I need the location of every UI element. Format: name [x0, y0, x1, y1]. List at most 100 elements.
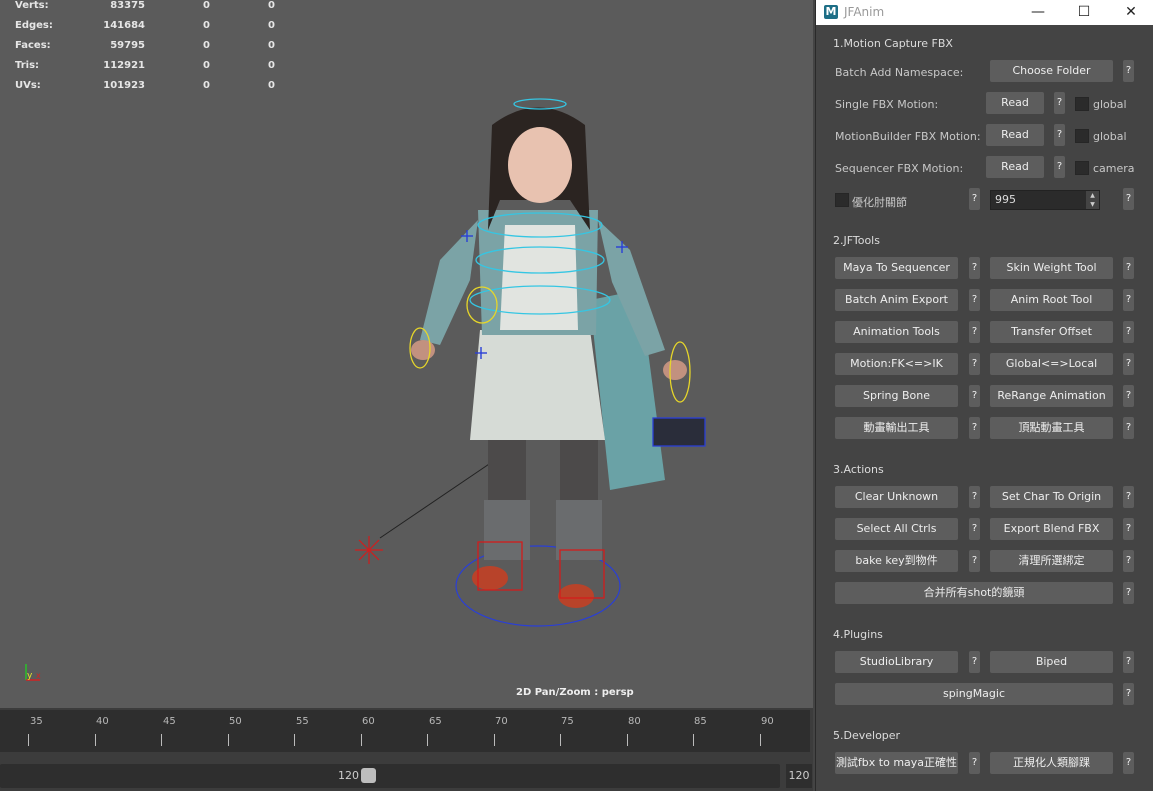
camera-checkbox[interactable]: [1075, 161, 1089, 175]
range-slider-handle[interactable]: [361, 768, 376, 783]
jftools-button[interactable]: 動畫輸出工具: [835, 417, 958, 439]
range-slider[interactable]: 120: [0, 764, 780, 788]
timeline-major-tick: [294, 734, 295, 746]
tick-label: 50: [229, 716, 242, 727]
help-button[interactable]: ?: [969, 550, 980, 572]
jftools-button[interactable]: 頂點動畫工具: [990, 417, 1113, 439]
timeline-major-tick: [759, 734, 761, 746]
studio-library-button[interactable]: StudioLibrary: [835, 651, 958, 673]
help-button[interactable]: ?: [1123, 683, 1134, 705]
tick-label: 35: [30, 716, 43, 727]
merge-shots-button[interactable]: 合并所有shot的鏡頭: [835, 582, 1113, 604]
help-button[interactable]: ?: [969, 353, 980, 375]
help-button[interactable]: ?: [969, 289, 980, 311]
camera-label: camera: [1093, 162, 1135, 175]
help-button[interactable]: ?: [969, 257, 980, 279]
end-frame-field[interactable]: 120: [786, 764, 812, 788]
help-button[interactable]: ?: [1054, 92, 1065, 114]
action-button[interactable]: Set Char To Origin: [990, 486, 1113, 508]
elbow-value-spinbox[interactable]: 995 ▲ ▼: [990, 190, 1100, 210]
help-button[interactable]: ?: [1123, 60, 1134, 82]
single-fbx-read-button[interactable]: Read: [986, 92, 1044, 114]
action-button[interactable]: Select All Ctrls: [835, 518, 958, 540]
help-button[interactable]: ?: [969, 486, 980, 508]
single-global-checkbox[interactable]: [1075, 97, 1089, 111]
tick-label: 70: [495, 716, 508, 727]
optimize-elbow-checkbox[interactable]: [835, 193, 849, 207]
maya-viewport[interactable]: Verts: 83375 0 0 Edges: 141684 0 0 Faces: 59795…: [0, 0, 813, 708]
tick-label: 80: [628, 716, 641, 727]
jftools-button[interactable]: Animation Tools: [835, 321, 958, 343]
help-button[interactable]: ?: [1123, 752, 1134, 774]
help-button[interactable]: ?: [1123, 417, 1134, 439]
help-button[interactable]: ?: [1123, 257, 1134, 279]
help-button[interactable]: ?: [1123, 289, 1134, 311]
timeline-major-tick: [560, 734, 561, 746]
jftools-button[interactable]: Anim Root Tool: [990, 289, 1113, 311]
jftools-button[interactable]: Global<=>Local: [990, 353, 1113, 375]
tick-label: 85: [694, 716, 707, 727]
help-button[interactable]: ?: [969, 385, 980, 407]
help-button[interactable]: ?: [969, 321, 980, 343]
action-button[interactable]: Export Blend FBX: [990, 518, 1113, 540]
choose-folder-button[interactable]: Choose Folder: [990, 60, 1113, 82]
help-button[interactable]: ?: [1123, 582, 1134, 604]
jfanim-window: M JFAnim — ☐ ✕ 1.Motion Capture FBX Batc…: [815, 0, 1153, 791]
timeline-major-tick: [693, 734, 694, 746]
maya-app-icon: M: [824, 5, 838, 19]
mb-global-checkbox[interactable]: [1075, 129, 1089, 143]
normalize-ankle-button[interactable]: 正規化人類腳踝: [990, 752, 1113, 774]
spinbox-value: 995: [995, 193, 1016, 206]
help-button[interactable]: ?: [969, 518, 980, 540]
section-developer: 5.Developer: [833, 729, 901, 742]
seq-fbx-read-button[interactable]: Read: [986, 156, 1044, 178]
help-button[interactable]: ?: [1123, 321, 1134, 343]
help-button[interactable]: ?: [969, 651, 980, 673]
help-button[interactable]: ?: [969, 417, 980, 439]
axis-gizmo-icon: y x: [25, 664, 41, 681]
timeline-major-tick: [626, 734, 628, 746]
motionbuilder-fbx-label: MotionBuilder FBX Motion:: [835, 130, 981, 143]
jftools-button[interactable]: Transfer Offset: [990, 321, 1113, 343]
jftools-button[interactable]: Motion:FK<=>IK: [835, 353, 958, 375]
action-button[interactable]: bake key到物件: [835, 550, 958, 572]
help-button[interactable]: ?: [1123, 518, 1134, 540]
jftools-button[interactable]: Batch Anim Export: [835, 289, 958, 311]
time-slider[interactable]: 35 40 45 50 55 60 65 70 75 80 85 90 120 …: [0, 708, 813, 791]
spin-down-icon[interactable]: ▼: [1086, 200, 1099, 209]
spinbox-arrows[interactable]: ▲ ▼: [1086, 191, 1099, 209]
help-button[interactable]: ?: [1123, 188, 1134, 210]
help-button[interactable]: ?: [1123, 550, 1134, 572]
tick-label: 60: [362, 716, 375, 727]
mb-fbx-read-button[interactable]: Read: [986, 124, 1044, 146]
sping-magic-button[interactable]: spingMagic: [835, 683, 1113, 705]
spin-up-icon[interactable]: ▲: [1086, 191, 1099, 200]
action-button[interactable]: 清理所選綁定: [990, 550, 1113, 572]
help-button[interactable]: ?: [1123, 385, 1134, 407]
window-titlebar[interactable]: M JFAnim — ☐ ✕: [816, 0, 1153, 25]
tick-label: 75: [561, 716, 574, 727]
biped-button[interactable]: Biped: [990, 651, 1113, 673]
tick-label: 40: [96, 716, 109, 727]
help-button[interactable]: ?: [1123, 486, 1134, 508]
help-button[interactable]: ?: [969, 188, 980, 210]
help-button[interactable]: ?: [1054, 124, 1065, 146]
timeline-major-tick: [28, 734, 29, 746]
global-label: global: [1093, 130, 1127, 143]
jftools-button[interactable]: Maya To Sequencer: [835, 257, 958, 279]
minimize-button[interactable]: —: [1015, 0, 1061, 25]
jftools-button[interactable]: ReRange Animation: [990, 385, 1113, 407]
maximize-button[interactable]: ☐: [1061, 0, 1107, 25]
help-button[interactable]: ?: [1054, 156, 1065, 178]
timeline-major-tick: [427, 734, 428, 746]
test-fbx-button[interactable]: 測試fbx to maya正確性: [835, 752, 958, 774]
jftools-button[interactable]: Skin Weight Tool: [990, 257, 1113, 279]
help-button[interactable]: ?: [1123, 353, 1134, 375]
character-rig-model[interactable]: [0, 0, 813, 708]
jftools-button[interactable]: Spring Bone: [835, 385, 958, 407]
help-button[interactable]: ?: [969, 752, 980, 774]
timeline-ruler[interactable]: 35 40 45 50 55 60 65 70 75 80 85 90: [0, 710, 810, 752]
action-button[interactable]: Clear Unknown: [835, 486, 958, 508]
close-button[interactable]: ✕: [1108, 0, 1153, 25]
help-button[interactable]: ?: [1123, 651, 1134, 673]
